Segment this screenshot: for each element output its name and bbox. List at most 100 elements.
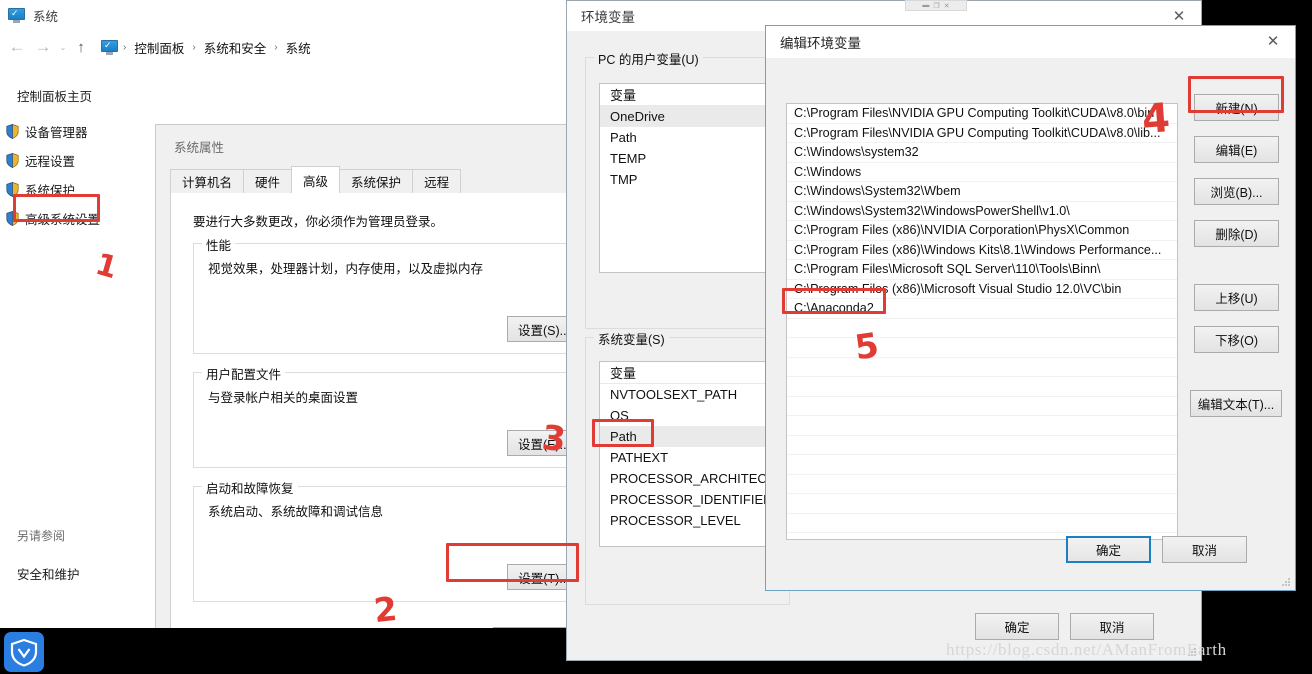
- advanced-tab-pane: 要进行大多数更改，你必须作为管理员登录。 性能 视觉效果，处理器计划，内存使用，…: [170, 193, 566, 628]
- user-variables-column-header: 变量: [600, 84, 776, 106]
- path-entry-row-empty[interactable]: [787, 416, 1177, 436]
- screen-root: ✓ 系统 ← → ⌄ ↑ ✓ › 控制面板 › 系统和安全 › 系统 控制面板主…: [0, 0, 1312, 674]
- path-entry-row[interactable]: C:\Windows\System32\WindowsPowerShell\v1…: [787, 202, 1177, 221]
- breadcrumb-item-1[interactable]: 系统和安全: [201, 37, 270, 58]
- monitor-icon: ✓: [8, 7, 25, 23]
- path-entry-row[interactable]: C:\Program Files\Microsoft SQL Server\11…: [787, 260, 1177, 280]
- group-legend: 用户配置文件: [202, 364, 286, 383]
- env-dialog-title: 环境变量: [581, 10, 635, 25]
- sidebar-item-device-manager[interactable]: 设备管理器: [6, 121, 88, 141]
- navigation-bar: ← → ⌄ ↑ ✓ › 控制面板 › 系统和安全 › 系统: [0, 30, 566, 64]
- shield-icon: [6, 181, 19, 197]
- window-title: 系统: [33, 9, 59, 24]
- startup-recovery-settings-button[interactable]: 设置(T)...: [507, 564, 566, 590]
- move-up-button[interactable]: 上移(U): [1194, 284, 1279, 311]
- path-entry-row-empty[interactable]: [787, 397, 1177, 416]
- path-entry-row-empty[interactable]: [787, 494, 1177, 514]
- shield-app-icon[interactable]: [4, 632, 44, 672]
- path-entry-row[interactable]: C:\Program Files (x86)\NVIDIA Corporatio…: [787, 221, 1177, 241]
- sidebar-item-advanced-system-settings[interactable]: 高级系统设置: [6, 208, 100, 228]
- watermark: https://blog.csdn.net/AManFromEarth: [946, 640, 1227, 659]
- list-item[interactable]: NVTOOLSEXT_PATH: [600, 384, 776, 405]
- list-item[interactable]: PROCESSOR_LEVEL: [600, 510, 776, 531]
- list-item[interactable]: TEMP: [600, 148, 776, 169]
- sidebar-item-home[interactable]: 控制面板主页: [17, 86, 92, 105]
- edit-dialog-ok-button[interactable]: 确定: [1066, 536, 1151, 563]
- environment-variables-button[interactable]: 环境变量(N)...: [493, 627, 566, 628]
- list-item[interactable]: TMP: [600, 169, 776, 190]
- recent-locations-chevron-icon[interactable]: ⌄: [56, 34, 70, 60]
- list-item-path[interactable]: Path: [600, 426, 776, 447]
- close-icon[interactable]: ✕: [1251, 26, 1295, 55]
- env-dialog-cancel-button[interactable]: 取消: [1070, 613, 1154, 640]
- path-entries-listbox[interactable]: C:\Program Files\NVIDIA GPU Computing To…: [786, 103, 1178, 540]
- user-variables-listbox[interactable]: 变量 OneDrive Path TEMP TMP: [599, 83, 777, 273]
- group-performance: 性能 视觉效果，处理器计划，内存使用，以及虚拟内存 设置(S)...: [193, 235, 566, 354]
- path-entry-row[interactable]: C:\Windows\system32: [787, 143, 1177, 163]
- list-item[interactable]: PATHEXT: [600, 447, 776, 468]
- control-panel-body: 控制面板主页 设备管理器 远程设置 系统保护 高级系统设置 另请参阅 安全和维护…: [0, 64, 566, 628]
- list-item[interactable]: PROCESSOR_IDENTIFIER: [600, 489, 776, 510]
- tab-system-protection[interactable]: 系统保护: [339, 169, 414, 193]
- path-entry-row-empty[interactable]: [787, 338, 1177, 358]
- path-entry-row-empty[interactable]: [787, 377, 1177, 397]
- back-arrow-icon[interactable]: ←: [4, 34, 30, 60]
- edit-environment-variable-dialog: 编辑环境变量 ✕ C:\Program Files\NVIDIA GPU Com…: [765, 25, 1296, 591]
- path-entry-row[interactable]: C:\Program Files (x86)\Microsoft Visual …: [787, 280, 1177, 299]
- path-entry-row[interactable]: C:\Windows\System32\Wbem: [787, 182, 1177, 202]
- edit-dialog-cancel-button[interactable]: 取消: [1162, 536, 1247, 563]
- tab-remote[interactable]: 远程: [412, 169, 462, 193]
- list-item[interactable]: Path: [600, 127, 776, 148]
- user-profiles-settings-button[interactable]: 设置(E)...: [507, 430, 566, 456]
- system-variables-listbox[interactable]: 变量 NVTOOLSEXT_PATH OS Path PATHEXT PROCE…: [599, 361, 777, 547]
- edit-text-button[interactable]: 编辑文本(T)...: [1190, 390, 1282, 417]
- breadcrumb-item-2[interactable]: 系统: [283, 37, 314, 58]
- move-down-button[interactable]: 下移(O): [1194, 326, 1279, 353]
- resize-grip[interactable]: [1281, 577, 1291, 587]
- sidebar-item-label: 系统保护: [25, 183, 76, 198]
- list-item[interactable]: OS: [600, 405, 776, 426]
- tab-advanced[interactable]: 高级: [291, 166, 341, 193]
- tab-computer-name[interactable]: 计算机名: [170, 169, 245, 193]
- path-entry-row-empty[interactable]: [787, 319, 1177, 338]
- breadcrumb-item-0[interactable]: 控制面板: [131, 37, 187, 58]
- performance-settings-button[interactable]: 设置(S)...: [507, 316, 566, 342]
- path-entry-row[interactable]: C:\Program Files\NVIDIA GPU Computing To…: [787, 104, 1177, 124]
- taskbar-badge: 13: [14, 601, 28, 615]
- close-icon[interactable]: ✕: [944, 2, 950, 10]
- shield-icon: [6, 123, 19, 139]
- sidebar-item-label: 远程设置: [25, 154, 76, 169]
- edit-dialog-titlebar: 编辑环境变量 ✕: [766, 26, 1295, 58]
- breadcrumb-separator-icon: ›: [192, 41, 196, 53]
- see-also-link-security-maintenance[interactable]: 安全和维护: [17, 564, 80, 583]
- sidebar-item-system-protection[interactable]: 系统保护: [6, 179, 75, 199]
- group-legend: 性能: [202, 235, 236, 254]
- edit-button[interactable]: 编辑(E): [1194, 136, 1279, 163]
- list-item[interactable]: OneDrive: [600, 106, 776, 127]
- path-entry-row[interactable]: C:\Program Files\NVIDIA GPU Computing To…: [787, 124, 1177, 143]
- path-entry-row-empty[interactable]: [787, 436, 1177, 455]
- delete-button[interactable]: 删除(D): [1194, 220, 1279, 247]
- group-description: 视觉效果，处理器计划，内存使用，以及虚拟内存: [208, 262, 484, 276]
- minimize-icon[interactable]: ▬: [922, 2, 929, 9]
- tab-hardware[interactable]: 硬件: [243, 169, 293, 193]
- path-entry-row-empty[interactable]: [787, 514, 1177, 533]
- path-entry-row[interactable]: C:\Windows: [787, 163, 1177, 182]
- group-legend: 系统变量(S): [594, 329, 669, 348]
- list-item[interactable]: PROCESSOR_ARCHITECT...: [600, 468, 776, 489]
- system-properties-title: 系统属性: [174, 141, 225, 155]
- env-dialog-ok-button[interactable]: 确定: [975, 613, 1059, 640]
- path-entry-row-empty[interactable]: [787, 475, 1177, 494]
- breadcrumb[interactable]: ✓ › 控制面板 › 系统和安全 › 系统: [96, 35, 562, 59]
- path-entry-row-empty[interactable]: [787, 358, 1177, 377]
- browse-button[interactable]: 浏览(B)...: [1194, 178, 1279, 205]
- forward-arrow-icon[interactable]: →: [30, 34, 56, 60]
- breadcrumb-monitor-icon: ✓: [101, 39, 118, 55]
- path-entry-row-anaconda[interactable]: C:\Anaconda2: [787, 299, 1177, 319]
- up-arrow-icon[interactable]: ↑: [70, 34, 92, 60]
- path-entry-row[interactable]: C:\Program Files (x86)\Windows Kits\8.1\…: [787, 241, 1177, 260]
- sidebar-item-remote-settings[interactable]: 远程设置: [6, 150, 75, 170]
- path-entry-row-empty[interactable]: [787, 455, 1177, 475]
- maximize-icon[interactable]: ❐: [933, 2, 939, 10]
- new-button[interactable]: 新建(N): [1194, 94, 1279, 121]
